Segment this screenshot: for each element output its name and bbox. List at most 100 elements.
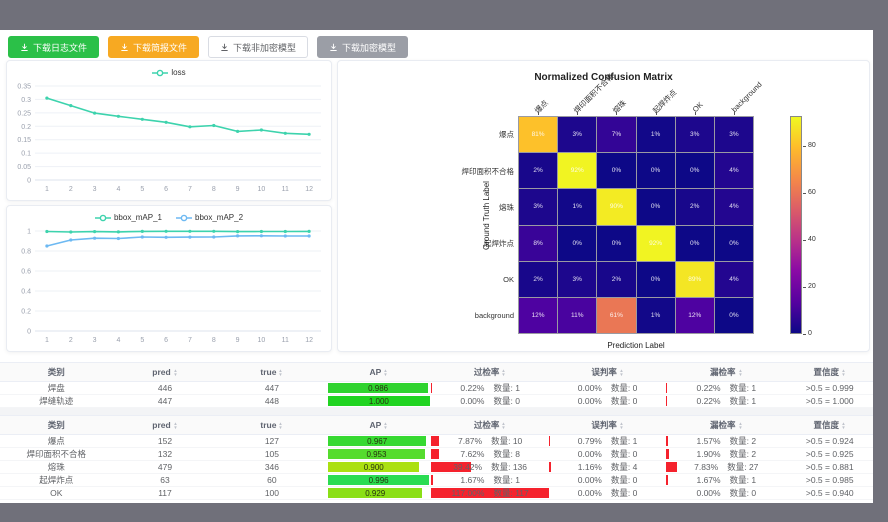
rate-cell: 0.79%数量: 1 bbox=[549, 435, 666, 447]
matrix-cell: 61% bbox=[597, 298, 635, 333]
confidence-cell: >0.5 = 0.940 bbox=[787, 487, 874, 500]
pred-cell: 63 bbox=[113, 474, 218, 487]
column-header-1[interactable]: pred▲▼ bbox=[113, 363, 218, 382]
matrix-row-label: OK bbox=[338, 275, 514, 284]
rate-cell: 1.90%数量: 2 bbox=[666, 448, 786, 460]
legend-item-bbox_mAP_1[interactable]: bbox_mAP_1 bbox=[95, 211, 162, 224]
colorbar-tick-label: 60 bbox=[808, 189, 816, 196]
svg-text:4: 4 bbox=[116, 186, 120, 193]
svg-text:0.25: 0.25 bbox=[17, 110, 31, 117]
sort-icon[interactable]: ▲▼ bbox=[841, 422, 846, 430]
column-header-4[interactable]: 过检率▲▼ bbox=[431, 416, 549, 435]
column-header-5[interactable]: 误判率▲▼ bbox=[549, 363, 666, 382]
sort-icon[interactable]: ▲▼ bbox=[501, 369, 506, 377]
ap-cell: 0.900 bbox=[326, 461, 431, 474]
ap-bar: 0.996 bbox=[328, 475, 429, 485]
colorbar-tick-label: 20 bbox=[808, 283, 816, 290]
matrix-cell: 4% bbox=[715, 262, 753, 297]
matrix-cell: 3% bbox=[558, 262, 596, 297]
column-header-2[interactable]: true▲▼ bbox=[217, 416, 326, 435]
matrix-cell: 81% bbox=[519, 117, 557, 152]
misjudge-cell: 0.00%数量: 0 bbox=[549, 395, 666, 408]
missdetect-cell: 7.83%数量: 27 bbox=[666, 461, 786, 474]
rate-cell: 117.00%数量: 117 bbox=[431, 487, 549, 499]
matrix-cell: 0% bbox=[637, 262, 675, 297]
download-plain-model-button[interactable]: 下载非加密模型 bbox=[208, 36, 308, 58]
svg-text:2: 2 bbox=[69, 186, 73, 193]
svg-text:1: 1 bbox=[27, 229, 31, 236]
overdetect-cell: 1.67%数量: 1 bbox=[431, 474, 549, 487]
axis-tick bbox=[577, 112, 578, 115]
sort-icon[interactable]: ▲▼ bbox=[173, 422, 178, 430]
sort-icon[interactable]: ▲▼ bbox=[278, 369, 283, 377]
download-icon bbox=[120, 43, 129, 52]
colorbar-tick bbox=[803, 240, 806, 241]
axis-tick bbox=[656, 112, 657, 115]
true-cell: 105 bbox=[217, 448, 326, 461]
column-header-0: 类别 bbox=[0, 416, 113, 435]
sort-icon[interactable]: ▲▼ bbox=[278, 422, 283, 430]
column-header-4[interactable]: 过检率▲▼ bbox=[431, 363, 549, 382]
colorbar-tick bbox=[803, 146, 806, 147]
rate-cell: 1.67%数量: 1 bbox=[431, 474, 549, 486]
matrix-row-label: 起焊炸点 bbox=[338, 238, 514, 249]
matrix-cell: 3% bbox=[519, 189, 557, 224]
column-header-3[interactable]: AP▲▼ bbox=[326, 363, 431, 382]
rate-cell: 0.22%数量: 1 bbox=[431, 382, 549, 394]
svg-text:0: 0 bbox=[27, 178, 31, 185]
column-header-5[interactable]: 误判率▲▼ bbox=[549, 416, 666, 435]
column-header-7[interactable]: 置信度▲▼ bbox=[787, 363, 874, 382]
legend-marker-icon bbox=[152, 69, 168, 77]
sort-icon[interactable]: ▲▼ bbox=[619, 369, 624, 377]
svg-text:0.4: 0.4 bbox=[21, 289, 31, 296]
confusion-matrix-card: Normalized Confusion Matrix Ground Truth… bbox=[337, 60, 870, 352]
matrix-cell: 1% bbox=[558, 189, 596, 224]
sort-icon[interactable]: ▲▼ bbox=[619, 422, 624, 430]
legend-marker-icon bbox=[176, 214, 192, 222]
sort-icon[interactable]: ▲▼ bbox=[173, 369, 178, 377]
svg-text:0.8: 0.8 bbox=[21, 249, 31, 256]
column-header-7[interactable]: 置信度▲▼ bbox=[787, 416, 874, 435]
download-encrypted-model-label: 下载加密模型 bbox=[342, 41, 396, 54]
download-encrypted-model-button[interactable]: 下载加密模型 bbox=[317, 36, 408, 58]
legend-item-bbox_mAP_2[interactable]: bbox_mAP_2 bbox=[176, 211, 243, 224]
svg-text:12: 12 bbox=[305, 337, 313, 344]
ap-bar: 0.967 bbox=[328, 436, 426, 446]
download-icon bbox=[220, 43, 229, 52]
misjudge-cell: 1.16%数量: 4 bbox=[549, 461, 666, 474]
class-cell: 焊印面积不合格 bbox=[0, 448, 113, 461]
download-log-button[interactable]: 下载日志文件 bbox=[8, 36, 99, 58]
confidence-cell: >0.5 = 1.000 bbox=[787, 395, 874, 408]
column-header-1[interactable]: pred▲▼ bbox=[113, 416, 218, 435]
column-header-6[interactable]: 漏检率▲▼ bbox=[666, 416, 786, 435]
matrix-column-label: OK bbox=[691, 100, 705, 114]
axis-tick bbox=[538, 112, 539, 115]
matrix-row-label: 熔珠 bbox=[338, 202, 514, 213]
sort-icon[interactable]: ▲▼ bbox=[501, 422, 506, 430]
legend-item-loss[interactable]: loss bbox=[152, 66, 185, 79]
ap-cell: 0.967 bbox=[326, 435, 431, 448]
sort-icon[interactable]: ▲▼ bbox=[738, 422, 743, 430]
svg-text:0.2: 0.2 bbox=[21, 309, 31, 316]
rate-cell: 1.67%数量: 1 bbox=[666, 474, 786, 486]
download-report-button[interactable]: 下载简报文件 bbox=[108, 36, 199, 58]
matrix-column-label: 起焊炸点 bbox=[650, 87, 679, 116]
missdetect-cell: 1.90%数量: 2 bbox=[666, 448, 786, 461]
matrix-cell: 3% bbox=[558, 117, 596, 152]
svg-text:12: 12 bbox=[305, 186, 313, 193]
column-header-3[interactable]: AP▲▼ bbox=[326, 416, 431, 435]
column-header-6[interactable]: 漏检率▲▼ bbox=[666, 363, 786, 382]
svg-text:5: 5 bbox=[140, 337, 144, 344]
loss-chart-legend: loss bbox=[7, 61, 331, 79]
table-row: 焊盘4464470.9860.22%数量: 10.00%数量: 00.22%数量… bbox=[0, 382, 873, 395]
sort-icon[interactable]: ▲▼ bbox=[841, 369, 846, 377]
svg-text:11: 11 bbox=[282, 337, 289, 344]
rate-cell: 0.22%数量: 1 bbox=[666, 382, 786, 394]
svg-text:2: 2 bbox=[69, 337, 73, 344]
sort-icon[interactable]: ▲▼ bbox=[383, 422, 388, 430]
ap-cell: 0.953 bbox=[326, 448, 431, 461]
overdetect-cell: 117.00%数量: 117 bbox=[431, 487, 549, 500]
sort-icon[interactable]: ▲▼ bbox=[738, 369, 743, 377]
sort-icon[interactable]: ▲▼ bbox=[383, 369, 388, 377]
column-header-2[interactable]: true▲▼ bbox=[217, 363, 326, 382]
